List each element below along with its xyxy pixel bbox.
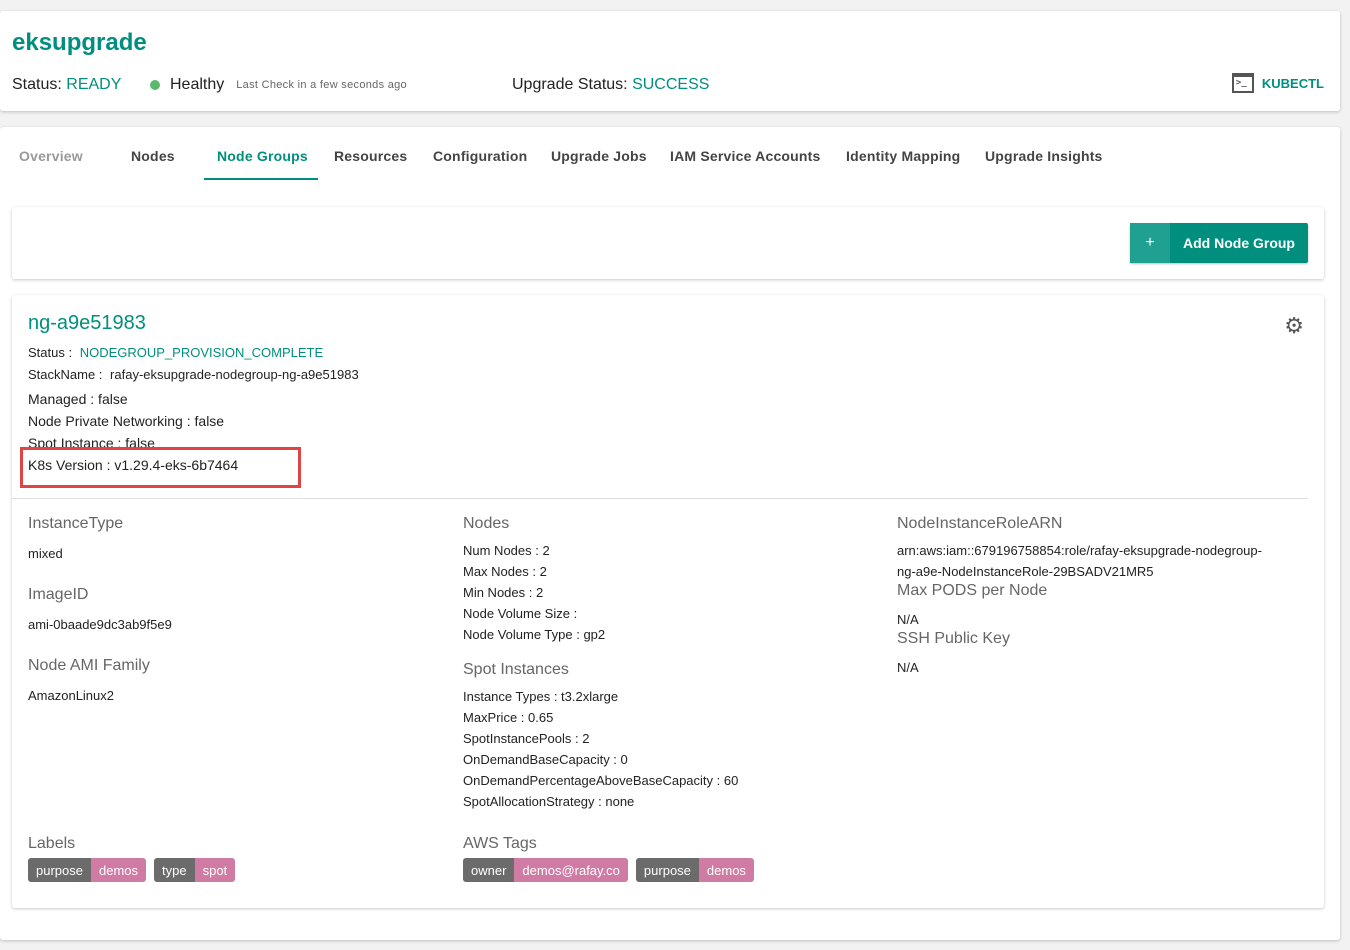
- plus-icon: +: [1130, 223, 1170, 263]
- cluster-status: Status: READY: [12, 76, 121, 94]
- instance-type-title: InstanceType: [28, 515, 124, 532]
- label-value: demos: [90, 858, 147, 882]
- ami-family-title: Node AMI Family: [28, 657, 150, 674]
- role-arn-title: NodeInstanceRoleARN: [897, 515, 1063, 532]
- upgrade-value: SUCCESS: [632, 76, 710, 93]
- ssh-key-value: N/A: [897, 660, 919, 675]
- health-dot-icon: [150, 80, 160, 90]
- add-node-group-label: Add Node Group: [1183, 235, 1295, 251]
- tab-configuration[interactable]: Configuration: [433, 148, 527, 164]
- nodegroup-name: ng-a9e51983: [28, 312, 146, 334]
- details-column-1: InstanceType mixed ImageID ami-0baade9dc…: [28, 515, 172, 728]
- label-tag: purpose demos: [28, 858, 147, 882]
- nodes-item: Min Nodes : 2: [463, 585, 544, 600]
- upgrade-label: Upgrade Status:: [512, 76, 628, 93]
- tab-overview[interactable]: Overview: [19, 148, 83, 164]
- kubectl-button[interactable]: >_ KUBECTL: [1231, 73, 1324, 93]
- ssh-key-title: SSH Public Key: [897, 630, 1010, 647]
- divider: [12, 498, 1308, 499]
- label-key: type: [154, 858, 195, 882]
- nodegroup-status-label: Status :: [28, 345, 73, 360]
- aws-tags-section: AWS Tags owner demos@rafay.co purpose de…: [463, 835, 754, 882]
- health-status: Healthy Last Check in a few seconds ago: [150, 76, 407, 94]
- tab-identity-mapping[interactable]: Identity Mapping: [846, 148, 960, 164]
- nodegroup-toolbar: + Add Node Group: [12, 207, 1324, 279]
- stackname: StackName : rafay-eksupgrade-nodegroup-n…: [28, 367, 359, 382]
- ami-family-value: AmazonLinux2: [28, 688, 114, 703]
- aws-tag-key: purpose: [635, 858, 699, 882]
- upgrade-status: Upgrade Status: SUCCESS: [512, 76, 709, 94]
- aws-tag-value: demos: [698, 858, 754, 882]
- node-private-networking: Node Private Networking : false: [28, 413, 225, 429]
- spot-item: SpotInstancePools : 2: [463, 731, 590, 746]
- stackname-value: rafay-eksupgrade-nodegroup-ng-a9e51983: [110, 367, 359, 382]
- aws-tag: purpose demos: [635, 858, 754, 882]
- nodes-title: Nodes: [463, 515, 510, 532]
- active-tab-indicator: [204, 178, 318, 180]
- gear-icon[interactable]: ⚙: [1284, 315, 1304, 337]
- aws-tag: owner demos@rafay.co: [463, 858, 628, 882]
- aws-tag-key: owner: [463, 858, 515, 882]
- role-arn-value-cont: ng-a9e-NodeInstanceRole-29BSADV21MR5: [897, 564, 1154, 579]
- health-label: Healthy: [170, 76, 225, 93]
- tab-node-groups[interactable]: Node Groups: [217, 148, 308, 164]
- nodegroup-status: Status : NODEGROUP_PROVISION_COMPLETE: [28, 345, 323, 360]
- max-pods-value: N/A: [897, 612, 919, 627]
- nodes-item: Node Volume Type : gp2: [463, 627, 606, 642]
- instance-type-value: mixed: [28, 546, 63, 561]
- spot-instance: Spot Instance : false: [28, 435, 155, 447]
- role-arn-value: arn:aws:iam::679196758854:role/rafay-eks…: [897, 543, 1262, 558]
- cluster-header: eksupgrade Status: READY Healthy Last Ch…: [0, 11, 1340, 111]
- stackname-label: StackName :: [28, 367, 103, 382]
- spot-item: OnDemandBaseCapacity : 0: [463, 752, 628, 767]
- last-check: Last Check in a few seconds ago: [236, 79, 407, 91]
- details-column-3: NodeInstanceRoleARN arn:aws:iam::6791967…: [897, 515, 1262, 678]
- kubectl-label: KUBECTL: [1261, 75, 1324, 91]
- cluster-title: eksupgrade: [12, 29, 147, 56]
- labels-section: Labels purpose demos type spot: [28, 835, 236, 882]
- tab-resources[interactable]: Resources: [334, 148, 407, 164]
- add-node-group-button[interactable]: + Add Node Group: [1130, 223, 1308, 263]
- nodes-item: Num Nodes : 2: [463, 543, 550, 558]
- tab-bar: Overview Nodes Node Groups Resources Con…: [0, 127, 1340, 183]
- image-id-title: ImageID: [28, 586, 89, 603]
- status-label: Status:: [12, 76, 62, 93]
- max-pods-title: Max PODS per Node: [897, 582, 1048, 599]
- tab-iam-service-accounts[interactable]: IAM Service Accounts: [670, 148, 821, 164]
- spot-item: MaxPrice : 0.65: [463, 710, 554, 725]
- spot-item: Instance Types : t3.2xlarge: [463, 689, 619, 704]
- details-column-2: Nodes Num Nodes : 2 Max Nodes : 2 Min No…: [463, 515, 738, 812]
- nodegroup-status-value: NODEGROUP_PROVISION_COMPLETE: [79, 345, 324, 360]
- status-value: READY: [66, 76, 122, 93]
- tab-nodes[interactable]: Nodes: [131, 148, 175, 164]
- aws-tags-title: AWS Tags: [463, 835, 537, 852]
- image-id-value: ami-0baade9dc3ab9f5e9: [28, 617, 172, 632]
- nodes-item: Node Volume Size :: [463, 606, 578, 621]
- spot-item: SpotAllocationStrategy : none: [463, 794, 635, 809]
- spot-instances-title: Spot Instances: [463, 661, 569, 678]
- aws-tag-value: demos@rafay.co: [514, 858, 628, 882]
- label-tag: type spot: [154, 858, 236, 882]
- terminal-icon: >_: [1231, 73, 1254, 93]
- label-key: purpose: [28, 858, 91, 882]
- tab-upgrade-jobs[interactable]: Upgrade Jobs: [551, 148, 647, 164]
- tab-upgrade-insights[interactable]: Upgrade Insights: [985, 148, 1103, 164]
- managed: Managed : false: [28, 391, 128, 407]
- labels-title: Labels: [28, 835, 76, 852]
- k8s-version: K8s Version : v1.29.4-eks-6b7464: [28, 457, 239, 473]
- nodegroup-card: ng-a9e51983 ⚙ Status : NODEGROUP_PROVISI…: [12, 295, 1324, 908]
- nodes-item: Max Nodes : 2: [463, 564, 547, 579]
- spot-item: OnDemandPercentageAboveBaseCapacity : 60: [463, 773, 739, 788]
- label-value: spot: [194, 858, 236, 882]
